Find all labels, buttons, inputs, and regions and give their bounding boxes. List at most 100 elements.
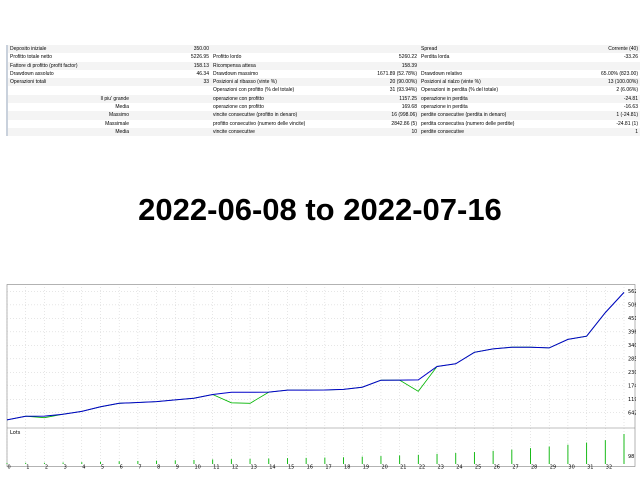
report-value: -33.26: [579, 53, 640, 62]
x-tick-label: 12: [232, 465, 238, 471]
x-tick-label: 31: [587, 465, 593, 471]
report-value: 158.13: [131, 61, 211, 70]
x-tick-label: 28: [531, 465, 537, 471]
lots-label: Lots: [10, 430, 21, 436]
report-value: 5226.95: [131, 53, 211, 62]
report-label: perdite consecutive (perdita in denaro): [419, 111, 579, 120]
x-tick-label: 29: [550, 465, 556, 471]
y-tick-label: 2301: [628, 370, 636, 376]
report-label: Fattore di profitto (profit factor): [8, 61, 131, 70]
y-tick-label: 5067: [628, 303, 636, 309]
report-label: operazione in perdita: [419, 94, 579, 104]
report-label: Media: [8, 103, 131, 112]
x-tick-label: 20: [381, 465, 387, 471]
report-value: 1157.25: [359, 94, 419, 104]
x-tick-label: 21: [400, 465, 406, 471]
x-tick-label: 23: [438, 465, 444, 471]
x-tick-label: 2: [45, 465, 48, 471]
x-tick-label: 1: [26, 465, 29, 471]
report-value: [579, 61, 640, 70]
report-value: Corrente (40): [579, 45, 640, 54]
x-tick-label: 7: [138, 465, 141, 471]
report-label: perdite consecutive: [419, 127, 579, 137]
report-label: Profitto lordo: [211, 53, 359, 62]
strategy-report: Deposito iniziale 350.00 Spread Corrente (4…: [6, 45, 640, 145]
report-label: [419, 61, 579, 70]
report-table: Deposito iniziale 350.00 Spread Corrente (4…: [6, 45, 640, 137]
x-tick-label: 3: [64, 465, 67, 471]
x-tick-label: 16: [307, 465, 313, 471]
x-tick-label: 4: [82, 465, 85, 471]
report-label: Deposito iniziale: [8, 45, 131, 54]
y-tick-label: 2854: [628, 357, 636, 363]
x-tick-label: 18: [344, 465, 350, 471]
x-tick-label: 8: [157, 465, 160, 471]
x-tick-label: 19: [363, 465, 369, 471]
report-value: 31 (93.94%): [359, 86, 419, 95]
report-label: Ricompensa attesa: [211, 61, 359, 70]
x-tick-label: 9: [176, 465, 179, 471]
report-row: Drawdown assoluto 46.34 Drawdown massimo 16…: [6, 69, 640, 79]
report-label: Drawdown massimo: [211, 69, 359, 79]
report-value: 1 (-24.81): [579, 111, 640, 120]
report-label: [8, 86, 131, 95]
x-tick-label: 6: [120, 465, 123, 471]
report-label: [211, 45, 359, 54]
report-row: Profitto totale netto 5226.95 Profitto lor…: [6, 53, 640, 62]
report-value: 2 (6.06%): [579, 86, 640, 95]
report-label: operazione in perdita: [419, 103, 579, 112]
report-label: Massimale: [8, 119, 131, 128]
report-value: 65.00% (823.00): [579, 69, 640, 79]
report-label: Operazioni con profitto (% del totale): [211, 86, 359, 95]
y-tick-label: 642: [628, 410, 636, 416]
x-tick-label: 24: [456, 465, 462, 471]
report-value: [131, 103, 211, 112]
report-row: Massimo vincite consecutive (profitto in …: [6, 111, 640, 120]
report-label: Media: [8, 127, 131, 137]
x-tick-label: 0: [8, 465, 11, 471]
x-tick-label: 32: [606, 465, 612, 471]
date-range-headline: 2022-06-08 to 2022-07-16: [138, 192, 502, 227]
x-tick-label: 15: [288, 465, 294, 471]
report-label: profitto consecutivo (numero delle vinci…: [211, 119, 359, 128]
report-value: 169.68: [359, 103, 419, 112]
x-tick-label: 11: [213, 465, 219, 471]
report-value: -24.81 (1): [579, 119, 640, 128]
report-label: Operazioni in perdita (% del totale): [419, 86, 579, 95]
x-tick-label: 27: [512, 465, 518, 471]
report-row: Il piu' grande operazione con profitto 115…: [6, 94, 640, 104]
report-value: 5260.22: [359, 53, 419, 62]
report-row: Fattore di profitto (profit factor) 158.1…: [6, 61, 640, 70]
report-value: [131, 119, 211, 128]
report-value: -24.81: [579, 94, 640, 104]
y-tick-label: 3406: [628, 343, 636, 349]
balance-graph-svg: 642 1195 1749 2301 2854 3406 3 9 6 1 4516 5067 5622 L…: [6, 284, 640, 471]
report-label: Drawdown assoluto: [8, 69, 131, 79]
balance-series-line: [6, 292, 625, 421]
x-tick-label: 25: [475, 465, 481, 471]
y-tick-label: 1195: [628, 397, 636, 403]
report-row: Operazioni con profitto (% del totale) 31…: [6, 86, 640, 95]
report-label: Drawdown relativo: [419, 69, 579, 79]
report-label: vincite consecutive: [211, 127, 359, 137]
equity-series-line: [6, 292, 625, 421]
report-row: Deposito iniziale 350.00 Spread Corrente (4…: [6, 45, 640, 54]
report-value: 10: [359, 127, 419, 137]
y-tick-label: 4516: [628, 316, 636, 322]
y-tick-label: 5622: [628, 289, 636, 295]
y-tick-label: 1749: [628, 383, 636, 389]
report-row: Media operazione con profitto 169.68 operaz…: [6, 103, 640, 112]
report-value: [131, 86, 211, 95]
chart-frame: [6, 284, 636, 467]
report-label: Massimo: [8, 111, 131, 120]
report-label: operazione con profitto: [211, 103, 359, 112]
report-label: Operazioni totali: [8, 78, 131, 87]
report-value: 350.00: [131, 45, 211, 54]
report-label: Il piu' grande: [8, 94, 131, 104]
report-row: Massimale profitto consecutivo (numero de…: [6, 119, 640, 128]
report-label: operazione con profitto: [211, 94, 359, 104]
report-label: Profitto totale netto: [8, 53, 131, 62]
report-label: perdita consecutiva (numero delle perdit…: [419, 119, 579, 128]
report-label: Posizioni al rialzo (vinte %): [419, 78, 579, 87]
report-value: 1: [579, 127, 640, 137]
